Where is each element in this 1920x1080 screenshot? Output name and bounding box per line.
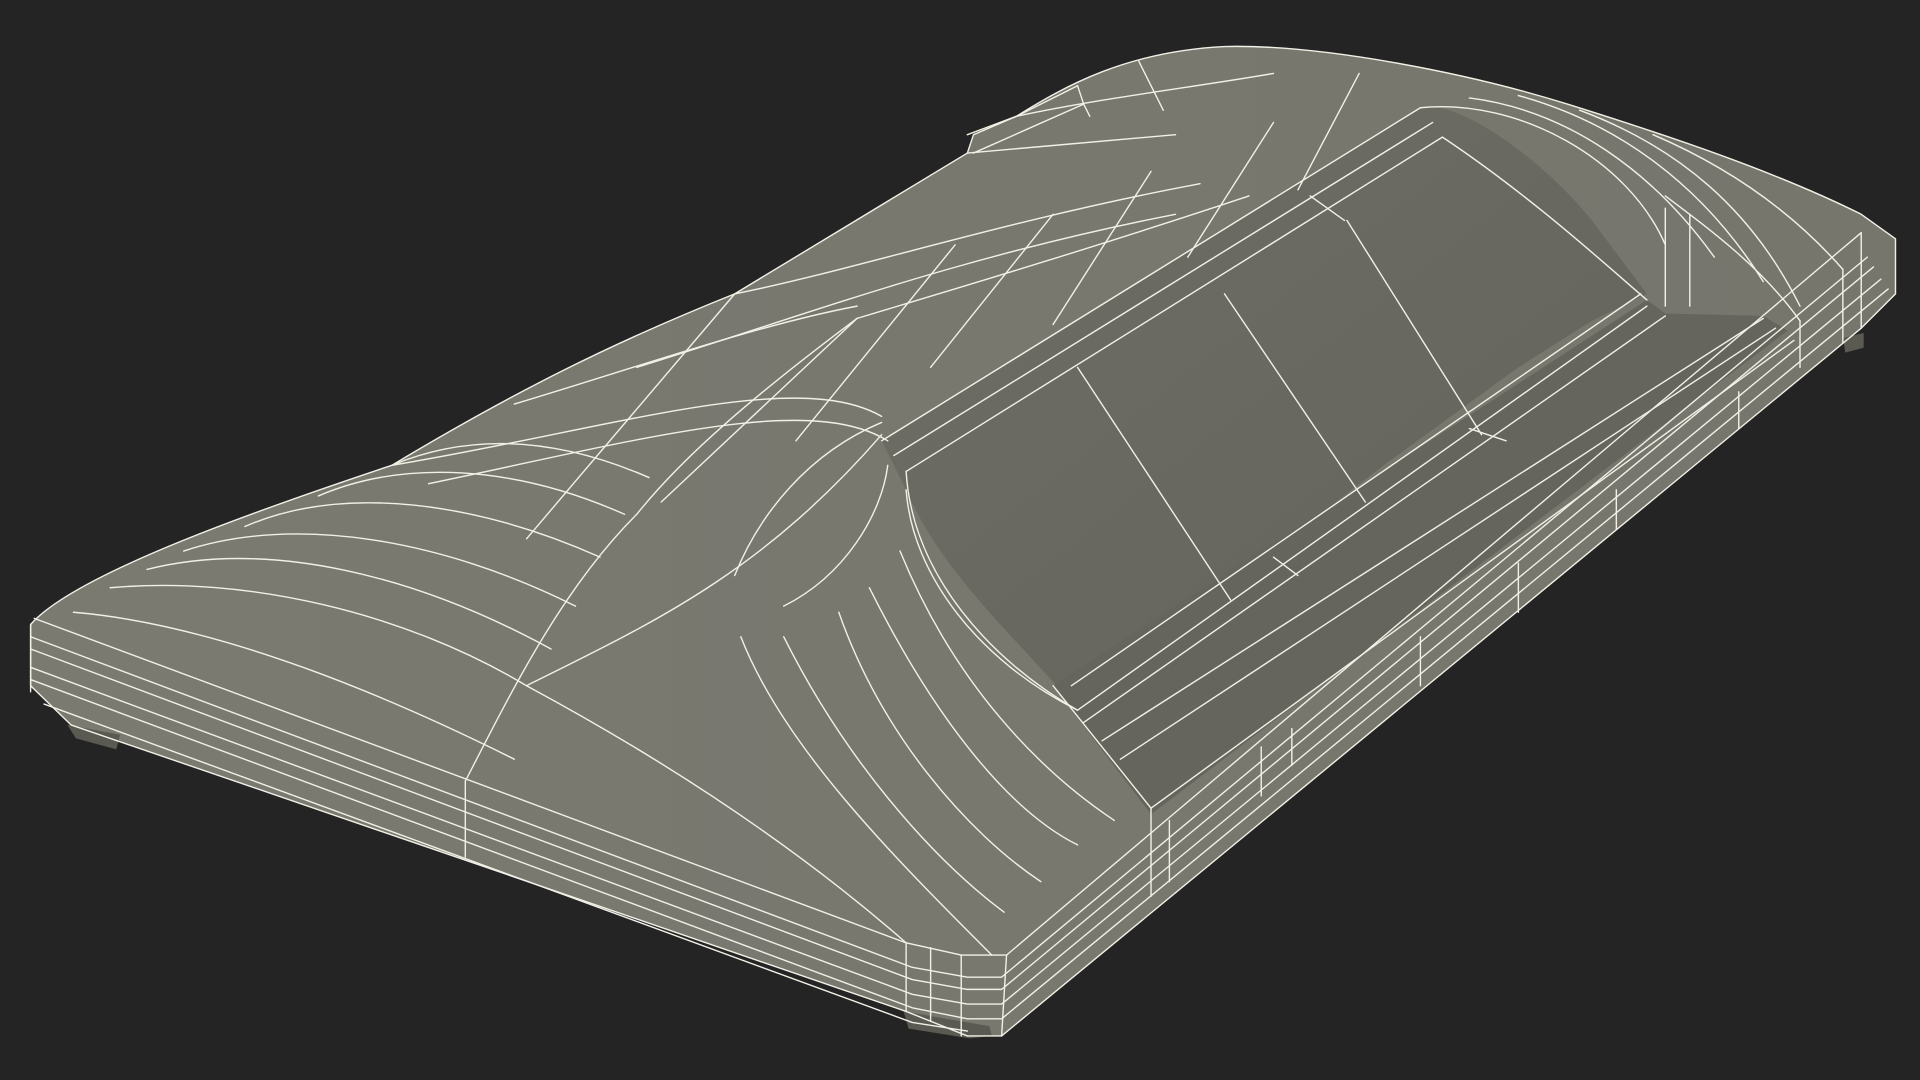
wireframe-model [29,45,1897,1039]
render-viewport [0,0,1920,1080]
